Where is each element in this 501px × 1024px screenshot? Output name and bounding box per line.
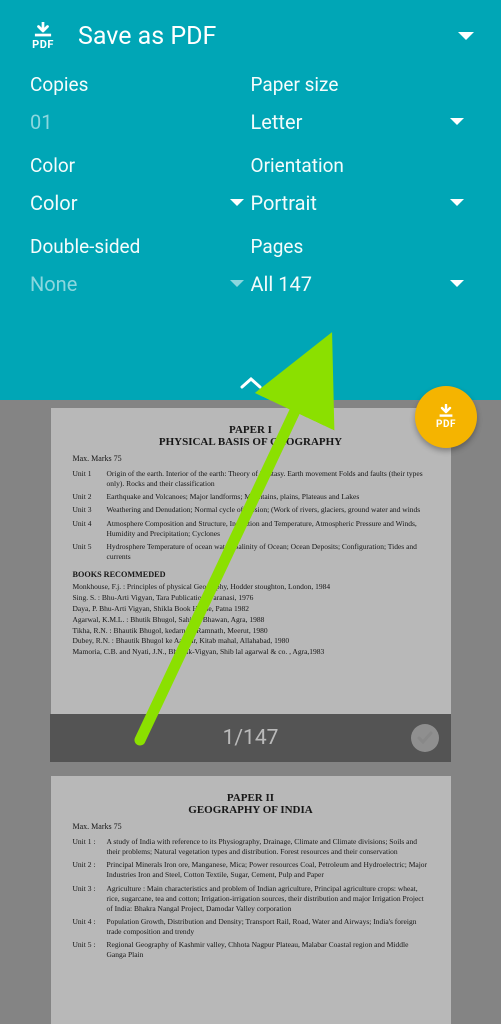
pages-label: Pages	[251, 235, 472, 258]
book-line: Daya, P. Bhu-Arti Vigyan, Shikla Book Ho…	[73, 604, 429, 615]
paper-size-value: Letter	[251, 110, 303, 134]
page-indicator-bar: 1/147	[50, 714, 451, 762]
page1-books-heading: BOOKS RECOMMEDED	[73, 570, 429, 579]
page2-maxmarks: Max. Marks 75	[73, 822, 429, 831]
destination-dropdown-icon[interactable]	[457, 27, 475, 46]
page-indicator-text: 1/147	[223, 726, 279, 750]
syllabus-unit: Unit 5 :Regional Geography of Kashmir va…	[73, 940, 429, 960]
save-pdf-fab[interactable]: PDF	[415, 386, 477, 448]
chevron-down-icon[interactable]	[449, 198, 465, 208]
book-line: Monkhouse, F.j. : Principles of physical…	[73, 582, 429, 593]
book-line: Mamoria, C.B. and Nyati, J.N., Bhautik-V…	[73, 647, 429, 658]
chevron-up-icon	[240, 376, 262, 390]
pages-field[interactable]: Pages All 147	[251, 235, 472, 296]
syllabus-unit: Unit 5Hydrosphere Temperature of ocean w…	[73, 542, 429, 562]
preview-area[interactable]: PAPER I PHYSICAL BASIS OF GEOGRAPHY Max.…	[0, 400, 501, 1024]
page1-heading: PAPER I	[73, 424, 429, 436]
download-icon	[436, 404, 456, 420]
syllabus-unit: Unit 2 :Principal Minerals Iron ore, Man…	[73, 860, 429, 880]
syllabus-unit: Unit 1Origin of the earth. Interior of t…	[73, 469, 429, 489]
double-sided-field[interactable]: Double-sided None	[30, 235, 251, 296]
book-line: Tikha, R.N. : Bhautik Bhugol, kedarnath …	[73, 626, 429, 637]
syllabus-unit: Unit 3 :Agriculture : Main characteristi…	[73, 884, 429, 914]
copies-value[interactable]: 01	[30, 110, 52, 134]
book-line: Sing. S. : Bhu-Arti Vigyan, Tara Publica…	[73, 593, 429, 604]
syllabus-unit: Unit 4 :Population Growth, Distribution …	[73, 917, 429, 937]
chevron-down-icon[interactable]	[229, 198, 245, 208]
page1-maxmarks: Max. Marks 75	[73, 454, 429, 463]
chevron-down-icon[interactable]	[449, 117, 465, 127]
color-field[interactable]: Color Color	[30, 154, 251, 215]
title-row[interactable]: PDF Save as PDF	[0, 0, 501, 65]
book-line: Dubey, R.N. : Bhautik Bhugol ke Aadhar, …	[73, 636, 429, 647]
pages-value: All 147	[251, 272, 312, 296]
collapse-panel-button[interactable]	[0, 370, 501, 394]
paper-size-label: Paper size	[251, 73, 472, 96]
print-settings-panel: PDF Save as PDF Copies 01 Paper size Let…	[0, 0, 501, 400]
double-sided-label: Double-sided	[30, 235, 251, 258]
orientation-label: Orientation	[251, 154, 472, 177]
syllabus-unit: Unit 3Weathering and Denudation; Normal …	[73, 505, 429, 515]
select-page-check-icon[interactable]	[411, 724, 439, 752]
preview-page-2[interactable]: PAPER II GEOGRAPHY OF INDIA Max. Marks 7…	[51, 776, 451, 1024]
page2-subheading: GEOGRAPHY OF INDIA	[73, 804, 429, 816]
page1-subheading: PHYSICAL BASIS OF GEOGRAPHY	[73, 436, 429, 448]
copies-label: Copies	[30, 73, 251, 96]
orientation-value: Portrait	[251, 191, 317, 215]
syllabus-unit: Unit 1 :A study of India with reference …	[73, 837, 429, 857]
panel-title: Save as PDF	[78, 22, 439, 51]
double-sided-value: None	[30, 272, 77, 296]
page2-heading: PAPER II	[73, 792, 429, 804]
syllabus-unit: Unit 2Earthquake and Volcanoes; Major la…	[73, 492, 429, 502]
copies-field[interactable]: Copies 01	[30, 73, 251, 134]
chevron-down-icon[interactable]	[449, 279, 465, 289]
orientation-field[interactable]: Orientation Portrait	[251, 154, 472, 215]
save-pdf-icon: PDF	[26, 22, 60, 51]
book-line: Agarwal, K.M.L. : Bhutik Bhugol, Sahitya…	[73, 615, 429, 626]
color-label: Color	[30, 154, 251, 177]
chevron-down-icon	[229, 279, 245, 289]
color-value: Color	[30, 191, 77, 215]
syllabus-unit: Unit 4Atmosphere Composition and Structu…	[73, 519, 429, 539]
preview-page-1[interactable]: PAPER I PHYSICAL BASIS OF GEOGRAPHY Max.…	[51, 408, 451, 714]
paper-size-field[interactable]: Paper size Letter	[251, 73, 472, 134]
